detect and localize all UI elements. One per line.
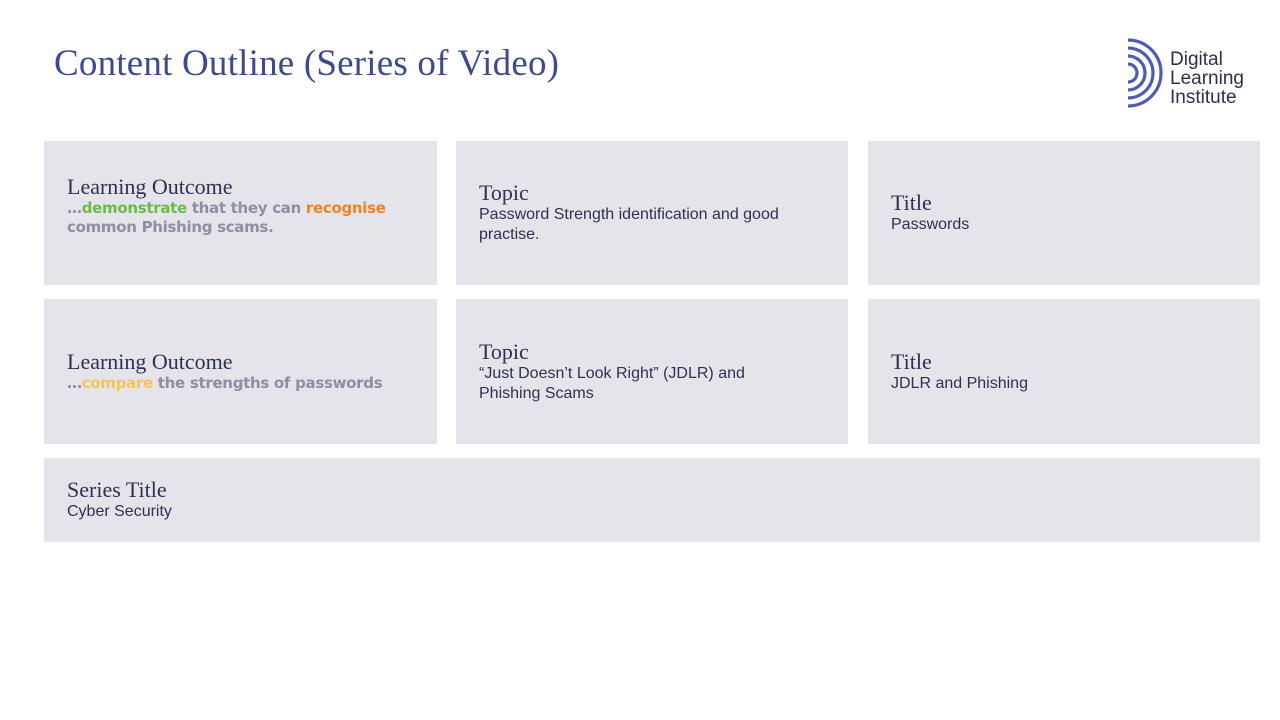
card-heading: Title: [891, 190, 932, 215]
card-heading: Learning Outcome: [67, 174, 233, 199]
logo-line-3: Institute: [1170, 87, 1237, 108]
topic-text: “Just Doesn’t Look Right” (JDLR) and Phi…: [479, 364, 745, 402]
card-heading: Title: [891, 348, 932, 374]
card-heading: Series Title: [67, 477, 167, 502]
logo-wordmark: Digital Learning Institute: [1170, 50, 1244, 107]
outcome-prefix: …: [67, 199, 82, 217]
topic-card-2: Topic “Just Doesn’t Look Right” (JDLR) a…: [456, 299, 848, 444]
outcome-highlight-compare: compare: [81, 374, 153, 392]
card-heading: Topic: [479, 338, 529, 364]
learning-outcome-card-2: Learning Outcome …compare the strengths …: [44, 299, 437, 444]
logo-line-1: Digital: [1170, 49, 1223, 70]
topic-card-1: Topic Password Strength identification a…: [456, 141, 848, 285]
learning-outcome-text: …compare the strengths of passwords: [67, 374, 437, 393]
series-title-text: Cyber Security: [67, 503, 172, 520]
logo-line-2: Learning: [1170, 68, 1244, 89]
learning-outcome-card-1: Learning Outcome …demonstrate that they …: [44, 141, 437, 285]
title-card-2: Title JDLR and Phishing: [868, 299, 1260, 444]
card-heading: Learning Outcome: [67, 349, 233, 374]
title-card-1: Title Passwords: [868, 141, 1260, 285]
title-text: Passwords: [891, 216, 970, 233]
outcome-highlight-demonstrate: demonstrate: [81, 199, 187, 217]
concentric-arcs-icon: [1127, 38, 1163, 108]
card-heading: Topic: [479, 180, 529, 205]
outcome-suffix: the strengths of passwords: [152, 374, 383, 392]
outcome-middle: that they can: [186, 199, 306, 217]
series-title-card: Series Title Cyber Security: [44, 458, 1260, 542]
outcome-highlight-recognise: recognise: [305, 199, 386, 217]
outcome-prefix: …: [67, 374, 82, 392]
page-title: Content Outline (Series of Video): [54, 43, 560, 84]
title-text: JDLR and Phishing: [891, 374, 1028, 392]
topic-text: Password Strength identification and goo…: [479, 206, 779, 243]
outcome-suffix: common Phishing scams.: [67, 218, 274, 236]
logo: Digital Learning Institute: [1126, 38, 1266, 110]
learning-outcome-text: …demonstrate that they can recognise com…: [67, 199, 437, 237]
